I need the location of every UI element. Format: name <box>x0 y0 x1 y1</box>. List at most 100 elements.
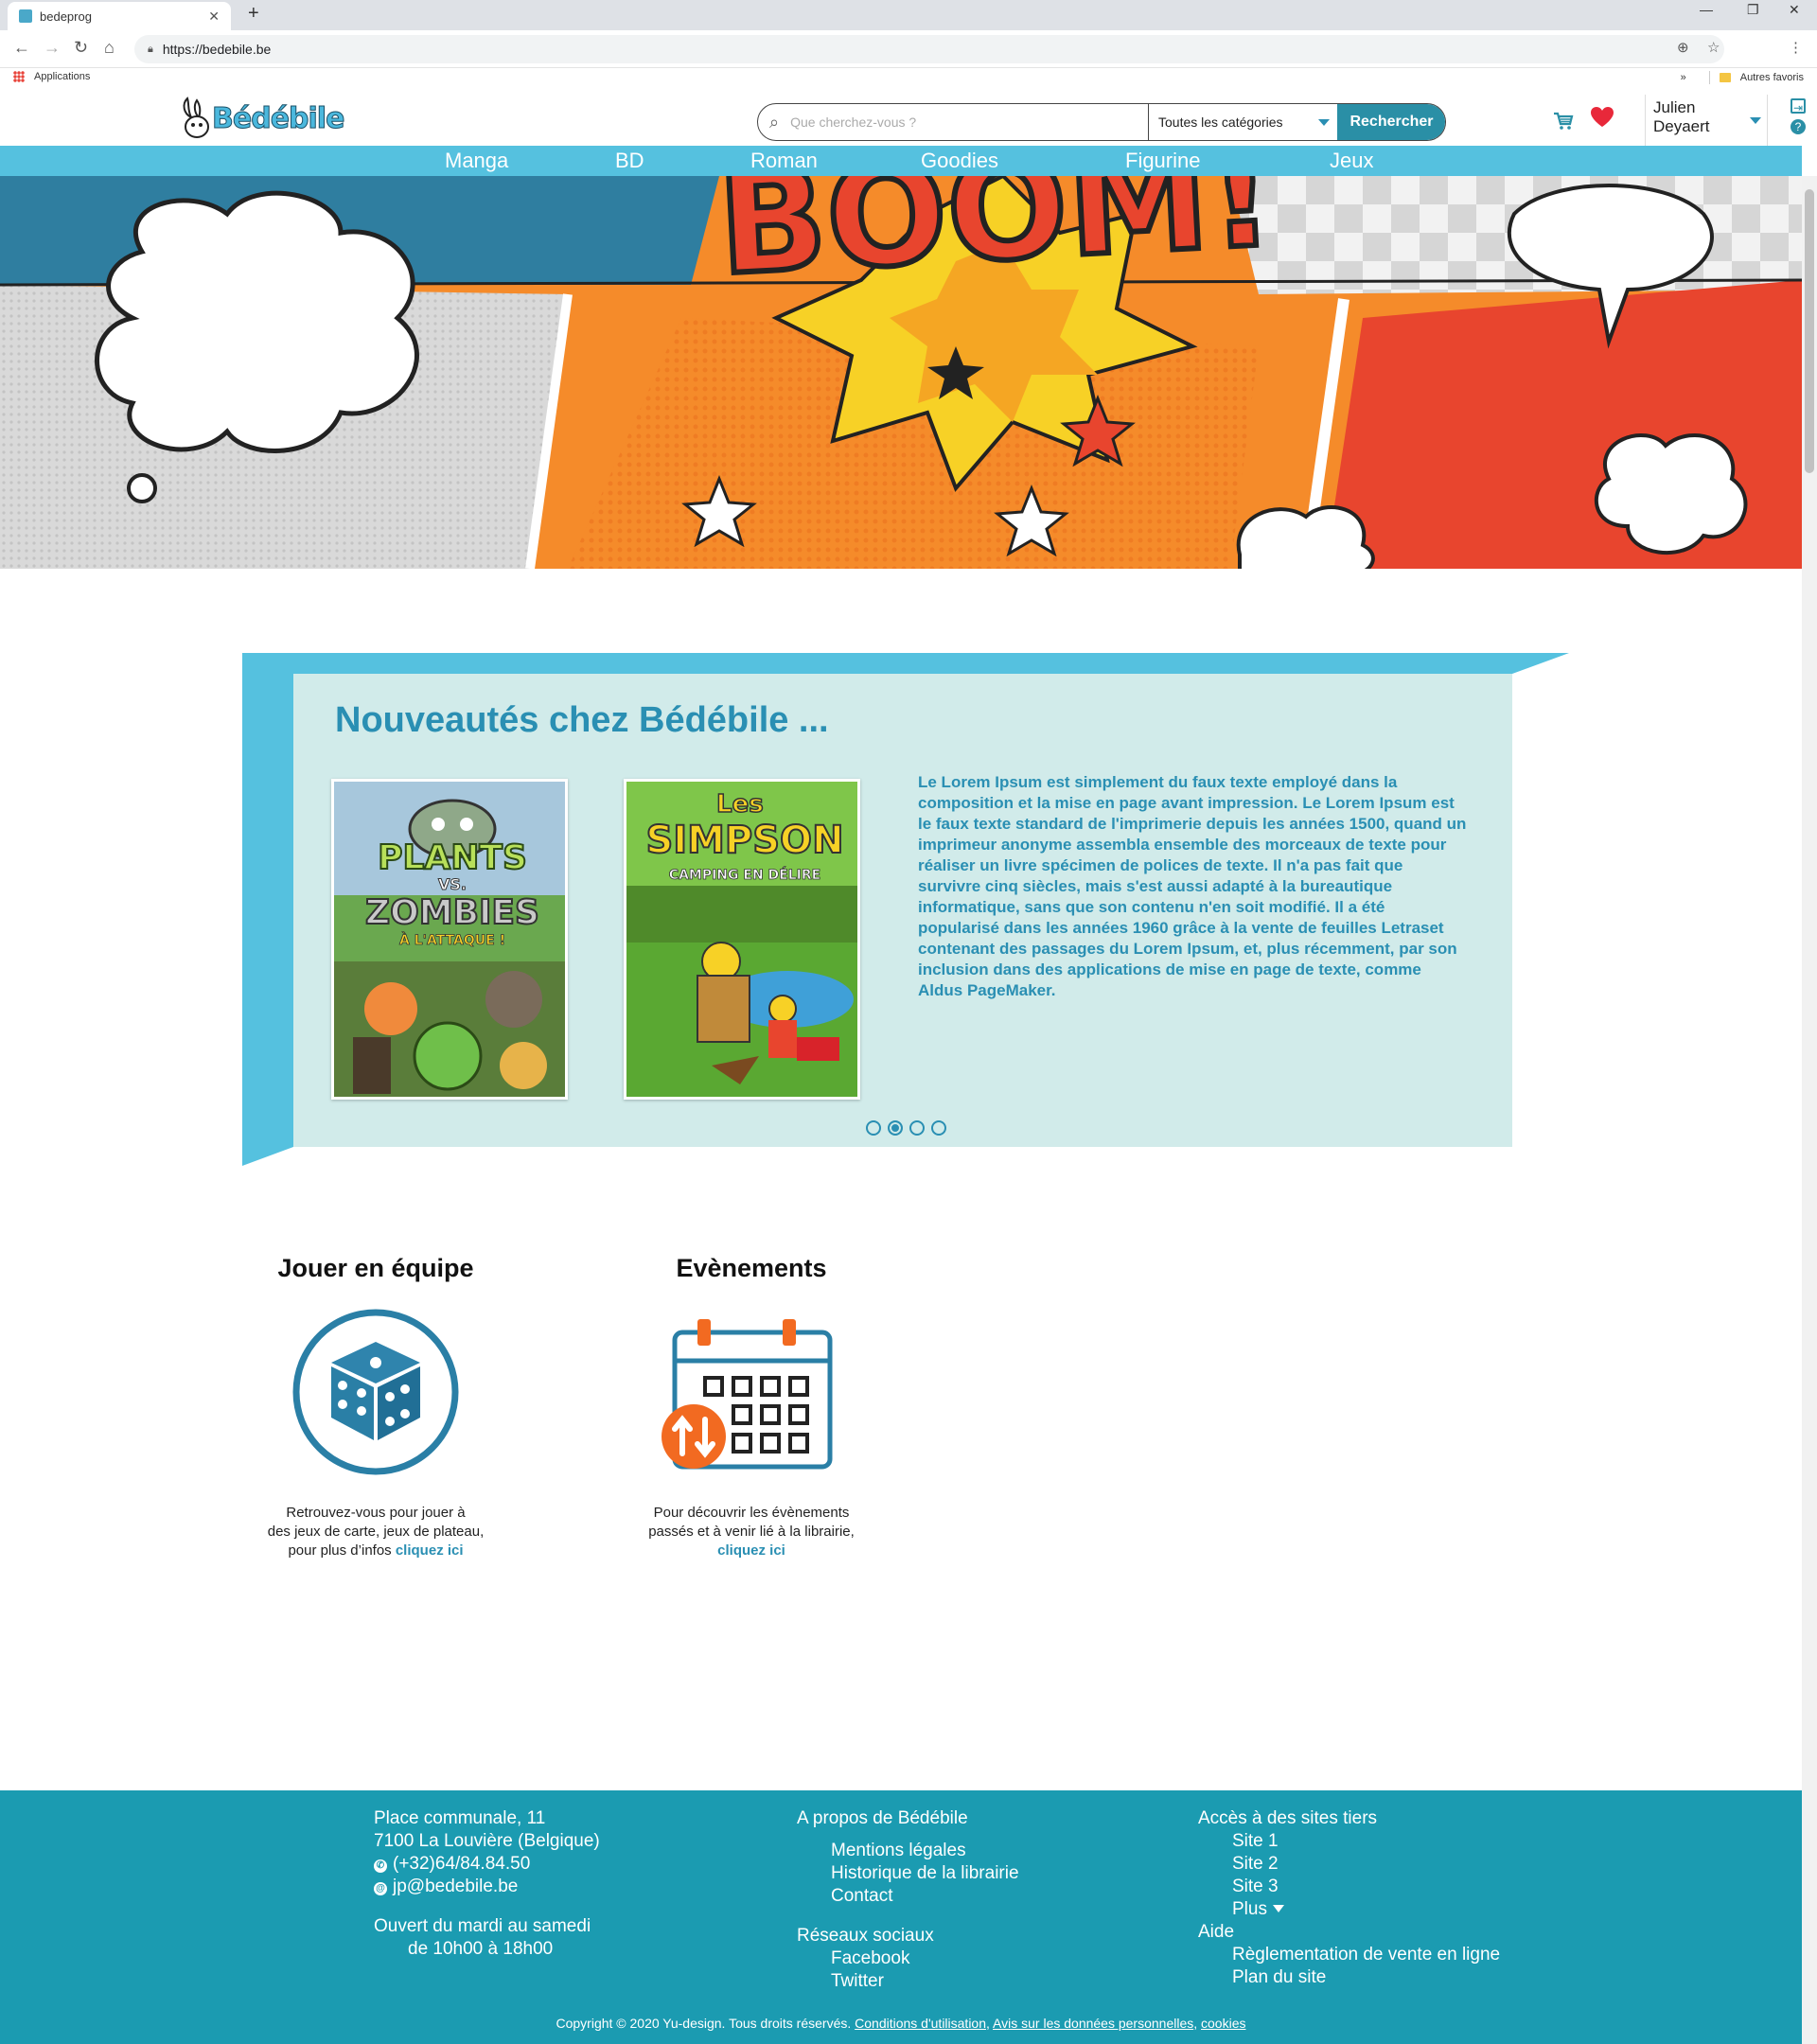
footer-link-history[interactable]: Historique de la librairie <box>797 1862 1019 1885</box>
footer-more-label: Plus <box>1232 1899 1267 1919</box>
carousel-dot-3[interactable] <box>909 1120 925 1136</box>
favorites-heart-icon[interactable] <box>1590 106 1614 129</box>
other-bookmarks[interactable]: Autres favoris <box>1740 72 1804 83</box>
footer-address-line1: Place communale, 11 <box>374 1808 546 1828</box>
help-icon[interactable]: ? <box>1791 119 1806 134</box>
footer-link-facebook[interactable]: Facebook <box>797 1947 1019 1970</box>
carousel-dot-2[interactable] <box>888 1120 903 1136</box>
category-nav: Manga BD Roman Goodies Figurine Jeux <box>0 146 1802 176</box>
footer-address-line2: 7100 La Louvière (Belgique) <box>374 1831 600 1851</box>
footer-about-title: A propos de Bédébile <box>797 1808 968 1828</box>
window-close-icon[interactable]: ✕ <box>1789 2 1800 18</box>
nav-item-roman[interactable]: Roman <box>750 149 818 173</box>
footer-link-site2[interactable]: Site 2 <box>1198 1853 1500 1876</box>
search-button[interactable]: Rechercher <box>1337 104 1445 140</box>
browser-menu-icon[interactable]: ⋮ <box>1789 39 1803 56</box>
feature-team-text: Retrouvez-vous pour jouer à des jeux de … <box>253 1504 499 1560</box>
back-icon[interactable]: ← <box>13 38 30 58</box>
site-footer: Place communale, 11 7100 La Louvière (Be… <box>0 1790 1802 2044</box>
news-title: Nouveautés chez Bédébile ... <box>335 700 829 740</box>
footer-hours-line2: de 10h00 à 18h00 <box>408 1939 554 1959</box>
footer-more-dropdown[interactable]: Plus <box>1198 1898 1500 1921</box>
feature-events-title: Evènements <box>676 1254 827 1282</box>
feature-team-play: Jouer en équipe Retrouvez-vous pour joue… <box>253 1254 499 1560</box>
feature-events-text: Pour découvrir les évènements passés et … <box>628 1504 874 1560</box>
user-menu[interactable]: Julien Deyaert <box>1645 95 1768 146</box>
page-scrollbar[interactable] <box>1802 176 1817 2044</box>
tab-close-icon[interactable]: ✕ <box>208 9 220 25</box>
footer-link-sitemap[interactable]: Plan du site <box>1198 1966 1500 1989</box>
home-icon[interactable]: ⌂ <box>104 38 115 58</box>
feature-team-line2: des jeux de carte, jeux de plateau, <box>267 1524 485 1540</box>
lock-icon: 🔒︎ <box>148 43 153 55</box>
copyright-text: Copyright © 2020 Yu-design. Tous droits … <box>556 2016 852 2031</box>
user-first-name: Julien <box>1653 98 1696 116</box>
footer-email-text: jp@bedebile.be <box>393 1877 519 1896</box>
footer-about: A propos de Bédébile Mentions légales Hi… <box>797 1807 1019 1993</box>
feature-team-line3: pour plus d’infos <box>288 1542 392 1559</box>
bookmark-apps[interactable]: Applications <box>13 71 90 82</box>
cookies-link[interactable]: cookies <box>1201 2016 1245 2031</box>
reload-icon[interactable]: ↻ <box>74 38 88 58</box>
footer-link-contact[interactable]: Contact <box>797 1885 1019 1908</box>
url-text: https://bedebile.be <box>162 42 272 57</box>
bookmarks-more-icon[interactable]: » <box>1681 72 1686 83</box>
footer-link-legal[interactable]: Mentions légales <box>797 1840 1019 1862</box>
carousel-dot-4[interactable] <box>931 1120 946 1136</box>
phone-icon: ✆ <box>374 1859 387 1873</box>
at-icon: @ <box>374 1882 387 1895</box>
news-description: Le Lorem Ipsum est simplement du faux te… <box>918 773 1467 999</box>
footer-hours-line1: Ouvert du mardi au samedi <box>374 1916 591 1936</box>
bookmark-star-icon[interactable]: ☆ <box>1707 39 1720 56</box>
carousel-dots <box>866 1120 946 1136</box>
cart-icon[interactable] <box>1552 110 1575 132</box>
bookmarks-divider <box>1708 71 1710 84</box>
book2-line3: CAMPING EN DÉLIRE <box>669 867 820 883</box>
feature-events-line2: passés et à venir lié à la librairie, <box>648 1524 855 1540</box>
scrollbar-thumb[interactable] <box>1805 189 1814 473</box>
footer-copyright: Copyright © 2020 Yu-design. Tous droits … <box>556 2016 1246 2031</box>
book-cover-simpson[interactable]: Les SIMPSON CAMPING EN DÉLIRE <box>624 779 860 1100</box>
book-cover-plants-vs-zombies[interactable]: PLANTS VS. ZOMBIES À L'ATTAQUE ! <box>331 779 568 1100</box>
forward-icon[interactable]: → <box>44 38 61 58</box>
zoom-icon[interactable]: ⊕ <box>1677 39 1689 56</box>
minimize-icon[interactable]: — <box>1700 2 1713 17</box>
footer-link-sales-rules[interactable]: Règlementation de vente en ligne <box>1198 1944 1500 1966</box>
logout-icon[interactable]: ⇥ <box>1791 98 1806 115</box>
carousel-dot-1[interactable] <box>866 1120 881 1136</box>
dice-icon[interactable] <box>286 1302 466 1482</box>
nav-item-jeux[interactable]: Jeux <box>1330 149 1373 173</box>
terms-link[interactable]: Conditions d'utilisation <box>855 2016 986 2031</box>
footer-link-twitter[interactable]: Twitter <box>797 1970 1019 1993</box>
category-select[interactable]: Toutes les catégories <box>1148 104 1337 140</box>
book2-line2: SIMPSON <box>645 819 843 862</box>
footer-link-site3[interactable]: Site 3 <box>1198 1876 1500 1898</box>
book1-line1: PLANTS <box>378 838 527 877</box>
nav-item-figurine[interactable]: Figurine <box>1125 149 1200 173</box>
search-input[interactable] <box>779 104 1139 140</box>
browser-tab[interactable]: bedeprog ✕ <box>8 2 231 30</box>
rabbit-mascot-icon <box>183 97 209 138</box>
footer-contact: Place communale, 11 7100 La Louvière (Be… <box>374 1807 600 1961</box>
privacy-link[interactable]: Avis sur les données personnelles <box>993 2016 1193 2031</box>
restore-icon[interactable]: ❐ <box>1747 2 1759 18</box>
nav-item-bd[interactable]: BD <box>615 149 644 173</box>
nav-item-goodies[interactable]: Goodies <box>921 149 998 173</box>
feature-events-link[interactable]: cliquez ici <box>717 1542 785 1559</box>
book1-line3: ZOMBIES <box>365 893 539 932</box>
new-tab-button[interactable]: + <box>248 3 259 25</box>
footer-help-title: Aide <box>1198 1922 1235 1942</box>
footer-third-party: Accès à des sites tiers Site 1 Site 2 Si… <box>1198 1807 1500 1989</box>
calendar-icon[interactable] <box>662 1302 841 1482</box>
feature-team-link[interactable]: cliquez ici <box>396 1542 464 1559</box>
book1-line4: À L'ATTAQUE ! <box>399 932 505 948</box>
site-favicon-icon <box>19 9 32 23</box>
book1-line2: VS. <box>438 875 467 893</box>
site-logo[interactable]: Bédébile <box>178 97 345 140</box>
footer-email[interactable]: @ jp@bedebile.be <box>374 1876 600 1898</box>
nav-item-manga[interactable]: Manga <box>445 149 508 173</box>
url-field[interactable]: 🔒︎ https://bedebile.be <box>134 35 1724 63</box>
footer-phone[interactable]: ✆ (+32)64/84.84.50 <box>374 1853 600 1876</box>
footer-link-site1[interactable]: Site 1 <box>1198 1830 1500 1853</box>
feature-team-line1: Retrouvez-vous pour jouer à <box>286 1505 466 1521</box>
